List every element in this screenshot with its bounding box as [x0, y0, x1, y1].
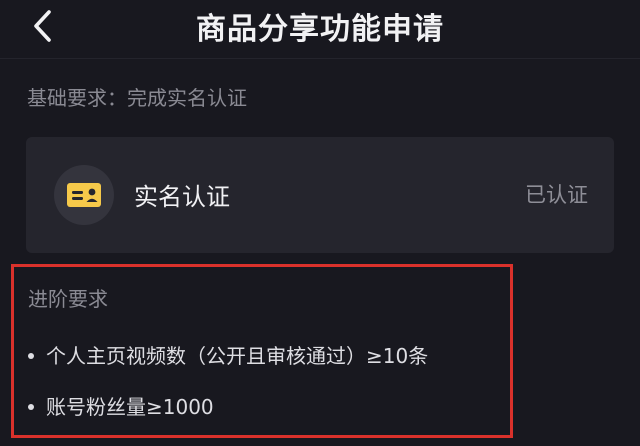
requirement-item-followers: 账号粉丝量≥1000	[28, 391, 214, 420]
basic-requirement-text: 基础要求：完成实名认证	[27, 86, 247, 110]
advanced-requirements-title: 进阶要求	[28, 287, 108, 311]
page-title: 商品分享功能申请	[196, 12, 444, 47]
advanced-requirements-section: 进阶要求 个人主页视频数（公开且审核通过）≥10条 账号粉丝量≥1000	[11, 264, 513, 438]
verification-label: 实名认证	[134, 183, 230, 211]
verification-icon-container	[54, 165, 114, 225]
bullet-icon	[28, 353, 34, 359]
requirement-text: 账号粉丝量≥1000	[46, 395, 214, 419]
app-header: 商品分享功能申请	[0, 0, 640, 60]
header-divider	[0, 58, 640, 59]
bullet-icon	[28, 404, 34, 410]
requirement-text: 个人主页视频数（公开且审核通过）≥10条	[46, 344, 429, 368]
verification-status: 已认证	[525, 183, 588, 207]
real-name-verification-card[interactable]: 实名认证 已认证	[26, 137, 614, 253]
id-card-icon	[67, 183, 101, 207]
requirement-item-videos: 个人主页视频数（公开且审核通过）≥10条	[28, 340, 428, 369]
